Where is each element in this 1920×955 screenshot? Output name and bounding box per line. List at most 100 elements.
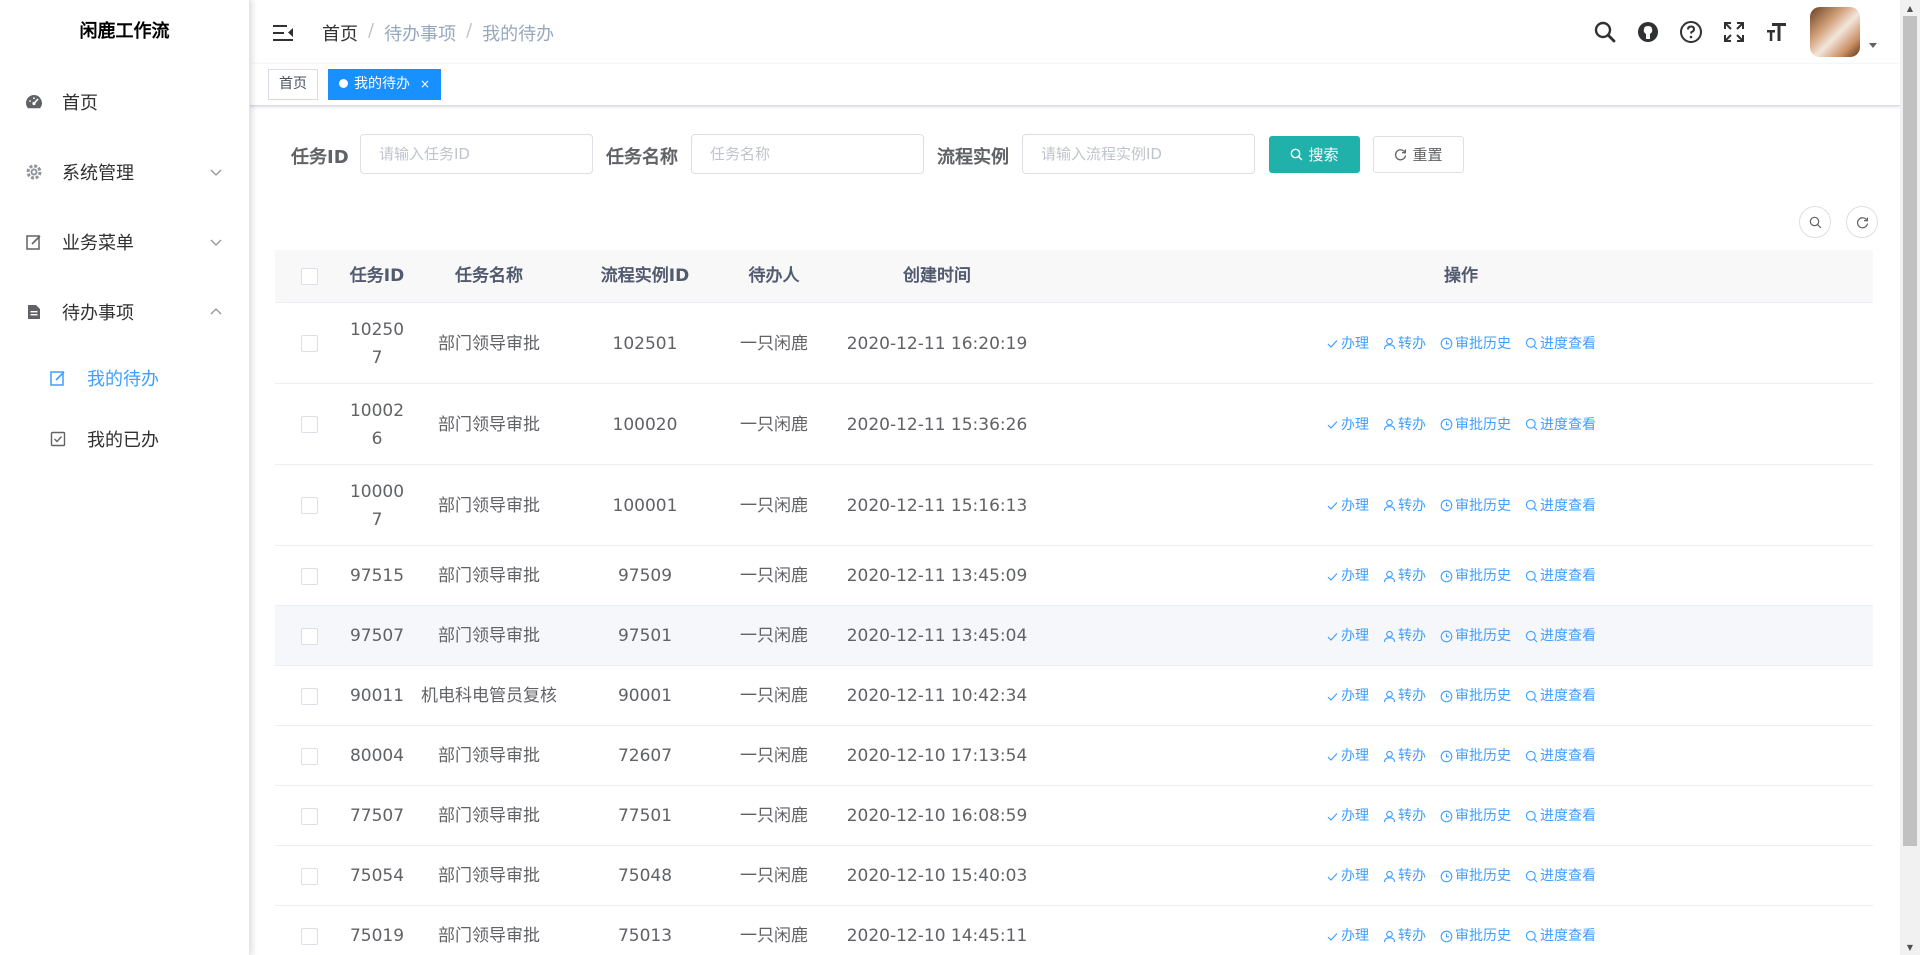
refresh-button[interactable]	[1846, 206, 1878, 238]
reset-button-label: 重置	[1412, 146, 1443, 164]
table-row[interactable]: 77507 部门领导审批 77501 一只闲鹿 2020-12-10 16:08:59 办…	[275, 786, 1873, 846]
transfer-link[interactable]: 转办	[1383, 562, 1426, 590]
handle-label: 办理	[1341, 416, 1369, 433]
transfer-link[interactable]: 转办	[1383, 862, 1426, 890]
handle-link[interactable]: 办理	[1326, 492, 1369, 520]
progress-link[interactable]: 进度查看	[1525, 742, 1596, 770]
history-link[interactable]: 审批历史	[1440, 411, 1511, 439]
row-checkbox[interactable]	[300, 747, 318, 765]
progress-link[interactable]: 进度查看	[1525, 492, 1596, 520]
history-link[interactable]: 审批历史	[1440, 742, 1511, 770]
history-link[interactable]: 审批历史	[1440, 562, 1511, 590]
cell-create-time: 2020-12-10 16:08:59	[846, 806, 1028, 826]
progress-link[interactable]: 进度查看	[1525, 411, 1596, 439]
progress-link[interactable]: 进度查看	[1525, 862, 1596, 890]
transfer-link[interactable]: 转办	[1383, 411, 1426, 439]
avatar[interactable]	[1810, 7, 1860, 57]
progress-link[interactable]: 进度查看	[1525, 682, 1596, 710]
github-icon[interactable]	[1636, 20, 1660, 44]
breadcrumb-separator: /	[466, 20, 473, 41]
transfer-link[interactable]: 转办	[1383, 622, 1426, 650]
row-checkbox[interactable]	[300, 687, 318, 705]
history-link[interactable]: 审批历史	[1440, 492, 1511, 520]
handle-link[interactable]: 办理	[1326, 802, 1369, 830]
help-icon[interactable]	[1679, 20, 1703, 44]
cell-create-time: 2020-12-11 15:16:13	[846, 495, 1028, 516]
history-link[interactable]: 审批历史	[1440, 622, 1511, 650]
handle-link[interactable]: 办理	[1326, 742, 1369, 770]
handle-link[interactable]: 办理	[1326, 862, 1369, 890]
row-checkbox[interactable]	[300, 567, 318, 585]
table-row[interactable]: 75054 部门领导审批 75048 一只闲鹿 2020-12-10 15:40:03 办…	[275, 846, 1873, 906]
tag-my-todo[interactable]: 我的待办 ×	[328, 69, 442, 100]
scroll-down-arrow-icon[interactable]: ▼	[1900, 939, 1920, 955]
transfer-link[interactable]: 转办	[1383, 742, 1426, 770]
history-label: 审批历史	[1455, 748, 1511, 764]
table-row[interactable]: 10000 7 部门领导审批 100001 一只闲鹿 2020-12-11 15:16:1…	[275, 465, 1873, 546]
handle-link[interactable]: 办理	[1326, 330, 1369, 358]
transfer-link[interactable]: 转办	[1383, 330, 1426, 358]
search-icon[interactable]	[1593, 20, 1617, 44]
progress-link[interactable]: 进度查看	[1525, 802, 1596, 830]
row-checkbox[interactable]	[300, 416, 318, 433]
transfer-link[interactable]: 转办	[1383, 682, 1426, 710]
history-link[interactable]: 审批历史	[1440, 862, 1511, 890]
handle-link[interactable]: 办理	[1326, 622, 1369, 650]
row-checkbox[interactable]	[300, 627, 318, 645]
reset-button[interactable]: 重置	[1373, 136, 1464, 173]
transfer-link[interactable]: 转办	[1383, 922, 1426, 950]
history-link[interactable]: 审批历史	[1440, 802, 1511, 830]
table-row[interactable]: 10250 7 部门领导审批 102501 一只闲鹿 2020-12-11 16:20:1…	[275, 303, 1873, 384]
handle-link[interactable]: 办理	[1326, 922, 1369, 950]
row-checkbox[interactable]	[300, 927, 318, 945]
scroll-up-arrow-icon[interactable]: ▲	[1900, 0, 1920, 16]
sidebar-item-system[interactable]: 系统管理	[0, 144, 250, 200]
progress-link[interactable]: 进度查看	[1525, 922, 1596, 950]
transfer-link[interactable]: 转办	[1383, 802, 1426, 830]
progress-link[interactable]: 进度查看	[1525, 562, 1596, 590]
handle-link[interactable]: 办理	[1326, 562, 1369, 590]
table-row[interactable]: 75019 部门领导审批 75013 一只闲鹿 2020-12-10 14:45:11 办…	[275, 906, 1873, 955]
hamburger-icon[interactable]	[272, 22, 294, 44]
transfer-link[interactable]: 转办	[1383, 492, 1426, 520]
toggle-search-button[interactable]	[1799, 206, 1831, 238]
sidebar-item-home[interactable]: 首页	[0, 74, 250, 130]
task-id-text: 80004	[349, 746, 405, 766]
caret-down-icon[interactable]	[1868, 40, 1878, 50]
task-id-input[interactable]	[360, 134, 593, 174]
row-checkbox[interactable]	[300, 335, 318, 352]
history-link[interactable]: 审批历史	[1440, 922, 1511, 950]
table-row[interactable]: 97515 部门领导审批 97509 一只闲鹿 2020-12-11 13:45:09 办…	[275, 546, 1873, 606]
sidebar-item-business[interactable]: 业务菜单	[0, 214, 250, 270]
search-button[interactable]: 搜索	[1269, 136, 1360, 173]
fullscreen-icon[interactable]	[1722, 20, 1746, 44]
task-name-input[interactable]	[691, 134, 924, 174]
breadcrumb-item[interactable]: 首页	[322, 20, 358, 46]
tag-home[interactable]: 首页	[268, 69, 318, 100]
progress-link[interactable]: 进度查看	[1525, 622, 1596, 650]
handle-label: 办理	[1341, 748, 1369, 764]
history-link[interactable]: 审批历史	[1440, 682, 1511, 710]
sidebar-subitem-my-todo[interactable]: 我的待办	[0, 353, 250, 403]
table-row[interactable]: 80004 部门领导审批 72607 一只闲鹿 2020-12-10 17:13:54 办…	[275, 726, 1873, 786]
handle-link[interactable]: 办理	[1326, 411, 1369, 439]
select-all-checkbox[interactable]	[300, 268, 318, 285]
row-checkbox[interactable]	[300, 867, 318, 885]
cell-actions: 办理 转办 审批历史 进度查看	[1049, 666, 1873, 726]
handle-link[interactable]: 办理	[1326, 682, 1369, 710]
close-icon[interactable]: ×	[420, 77, 430, 91]
proc-inst-input[interactable]	[1022, 134, 1255, 174]
history-link[interactable]: 审批历史	[1440, 330, 1511, 358]
font-size-icon[interactable]	[1765, 20, 1789, 44]
sidebar-item-todo[interactable]: 待办事项	[0, 284, 250, 340]
table-row[interactable]: 10002 6 部门领导审批 100020 一只闲鹿 2020-12-11 15:36:2…	[275, 384, 1873, 465]
table-row[interactable]: 97507 部门领导审批 97501 一只闲鹿 2020-12-11 13:45:04 办…	[275, 606, 1873, 666]
row-checkbox[interactable]	[300, 497, 318, 514]
task-id-text: 6	[371, 428, 383, 449]
sidebar-subitem-my-done[interactable]: 我的已办	[0, 414, 250, 464]
table-row[interactable]: 90011 机电科电管员复核 90001 一只闲鹿 2020-12-11 10:42:3…	[275, 666, 1873, 726]
scrollbar-thumb[interactable]	[1903, 16, 1917, 846]
row-checkbox[interactable]	[300, 807, 318, 825]
header-assignee: 待办人	[748, 266, 800, 286]
progress-link[interactable]: 进度查看	[1525, 330, 1596, 358]
